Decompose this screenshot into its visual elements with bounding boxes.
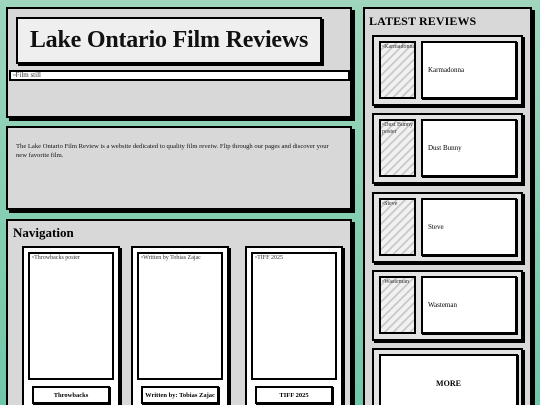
film-still-alt: Film still <box>15 71 41 79</box>
nav-card-written-by[interactable]: ▫Written by Tobias Zajac Written by: Tob… <box>131 246 229 405</box>
review-card[interactable]: ▫Dust Bunny poster Dust Bunny <box>372 113 523 184</box>
review-poster[interactable]: ▫Dust Bunny poster <box>379 119 416 177</box>
site-header: Lake Ontario Film Reviews ▫Film still <box>6 7 352 118</box>
review-poster-alt: Wasteman <box>384 279 409 285</box>
film-still-image: ▫Film still <box>9 70 350 81</box>
review-title[interactable]: Karmadonna <box>421 41 517 99</box>
nav-card-image[interactable]: ▫Written by Tobias Zajac <box>137 252 223 380</box>
nav-button-throwbacks[interactable]: Throwbacks <box>32 386 110 404</box>
nav-card-image[interactable]: ▫Throwbacks poster <box>28 252 114 380</box>
latest-reviews-section: LATEST REVIEWS ▫Karmadonna Karmadonna ▫D… <box>363 7 532 405</box>
site-title: Lake Ontario Film Reviews <box>29 27 309 53</box>
review-poster[interactable]: ▫Wasteman <box>379 276 416 334</box>
nav-button-tiff[interactable]: TIFF 2025 <box>255 386 333 404</box>
review-title[interactable]: Wasteman <box>421 276 517 334</box>
about-section: The Lake Ontario Film Review is a websit… <box>6 126 352 210</box>
navigation-heading: Navigation <box>13 225 74 240</box>
review-card[interactable]: ▫Karmadonna Karmadonna <box>372 35 523 106</box>
nav-card-image-alt: Written by Tobias Zajac <box>143 255 201 261</box>
more-button[interactable]: MORE <box>379 354 518 405</box>
navigation-section: Navigation ▫Throwbacks poster Throwbacks… <box>6 219 352 405</box>
about-text: The Lake Ontario Film Review is a websit… <box>16 143 329 159</box>
review-title[interactable]: Dust Bunny <box>421 119 517 177</box>
review-poster[interactable]: ▫Karmadonna <box>379 41 416 99</box>
nav-card-tiff[interactable]: ▫TIFF 2025 TIFF 2025 <box>245 246 343 405</box>
nav-card-throwbacks[interactable]: ▫Throwbacks poster Throwbacks <box>22 246 120 405</box>
review-poster-alt: Steve <box>384 201 398 207</box>
nav-card-image-alt: Throwbacks poster <box>34 255 80 261</box>
review-poster[interactable]: ▫Steve <box>379 198 416 256</box>
nav-card-image-alt: TIFF 2025 <box>257 255 283 261</box>
nav-card-image[interactable]: ▫TIFF 2025 <box>251 252 337 380</box>
nav-button-written-by[interactable]: Written by: Tobias Zajac <box>141 386 219 404</box>
review-poster-alt: Dust Bunny poster <box>382 122 413 135</box>
review-poster-alt: Karmadonna <box>384 44 416 50</box>
review-title[interactable]: Steve <box>421 198 517 256</box>
review-card[interactable]: ▫Steve Steve <box>372 192 523 263</box>
site-title-box: Lake Ontario Film Reviews <box>16 17 322 64</box>
more-card[interactable]: MORE <box>372 348 523 405</box>
latest-reviews-heading: LATEST REVIEWS <box>369 14 477 28</box>
review-card[interactable]: ▫Wasteman Wasteman <box>372 270 523 341</box>
